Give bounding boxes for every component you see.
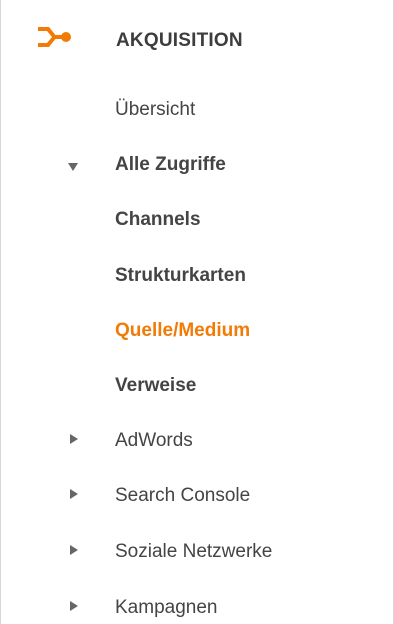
nav-group-label: AdWords [115, 430, 193, 451]
nav-group-label: Kampagnen [115, 597, 218, 618]
caret-right-icon [70, 434, 78, 444]
nav-subitem-referrals[interactable]: Verweise [115, 374, 196, 398]
section-title: AKQUISITION [116, 30, 243, 51]
nav-subitem-source-medium[interactable]: Quelle/Medium [115, 319, 250, 343]
caret-right-icon [70, 545, 78, 555]
nav-subitem-channels[interactable]: Channels [115, 208, 201, 232]
caret-right-icon [70, 601, 78, 611]
nav-group-label: Alle Zugriffe [115, 154, 226, 175]
caret-down-icon [68, 163, 78, 171]
nav-group-label: Soziale Netzwerke [115, 541, 273, 562]
sidebar-nav: AKQUISITION Übersicht Alle Zugriffe Chan… [0, 0, 394, 624]
caret-right-icon [70, 489, 78, 499]
nav-item-overview[interactable]: Übersicht [115, 98, 195, 122]
nav-group-label: Search Console [115, 485, 251, 506]
acquisition-icon [38, 27, 71, 47]
nav-subitem-treemaps[interactable]: Strukturkarten [115, 264, 246, 288]
